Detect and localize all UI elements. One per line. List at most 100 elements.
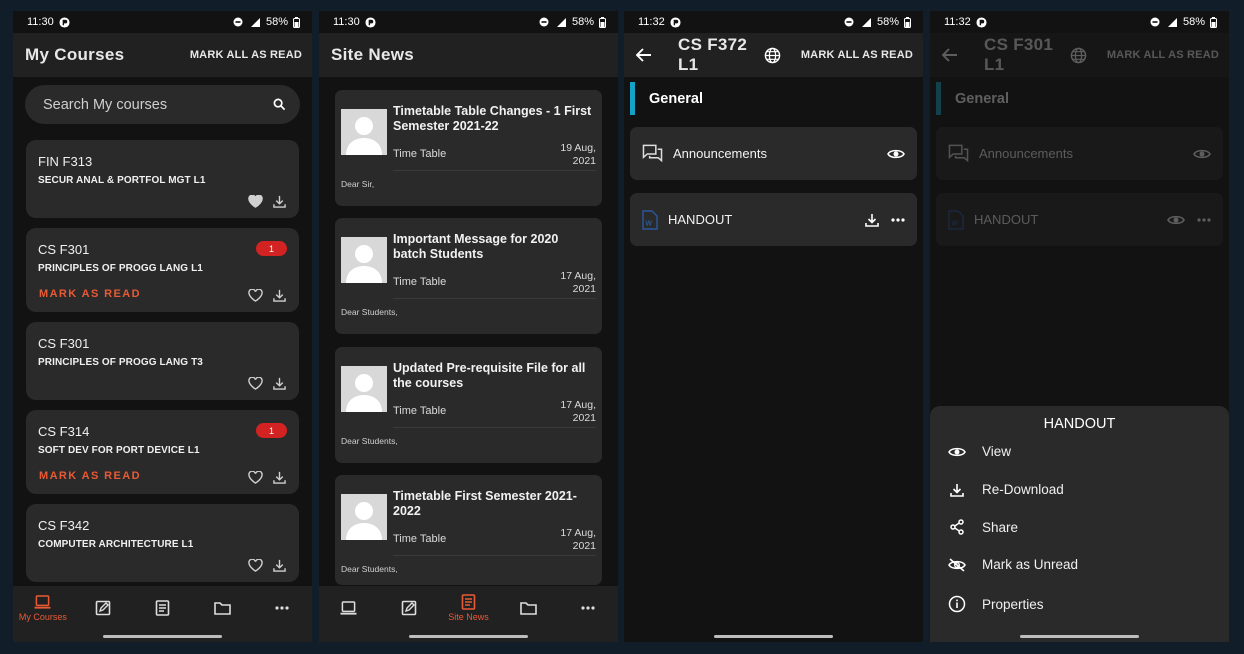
nav-my-courses[interactable]: My Courses [15, 594, 71, 622]
download-icon[interactable] [273, 471, 286, 484]
home-gesture-bar[interactable] [103, 635, 222, 638]
mark-all-read-button[interactable]: MARK ALL AS READ [1107, 49, 1219, 61]
page-title: Site News [331, 45, 415, 64]
back-button[interactable] [942, 48, 958, 62]
sheet-option-redownload[interactable]: Re-Download [948, 482, 1064, 497]
nav-more[interactable] [254, 606, 310, 610]
heart-icon[interactable] [248, 195, 263, 208]
nav-files[interactable] [500, 601, 556, 615]
open-in-browser-button[interactable] [764, 47, 781, 64]
mark-all-read-button[interactable]: MARK ALL AS READ [801, 49, 913, 61]
mark-all-read-button[interactable]: MARK ALL AS READ [190, 49, 302, 61]
heart-icon[interactable] [248, 377, 263, 390]
download-icon[interactable] [865, 213, 879, 227]
course-card[interactable]: CS F301 PRINCIPLES OF PROGG LANG T3 [26, 322, 299, 400]
laptop-icon [340, 600, 357, 615]
course-card[interactable]: FIN F313 SECUR ANAL & PORTFOL MGT L1 [26, 140, 299, 218]
eye-icon[interactable] [887, 148, 905, 160]
arrow-left-icon [942, 48, 957, 62]
person-placeholder-icon [346, 117, 382, 155]
module-handout[interactable]: W HANDOUT [936, 193, 1223, 246]
news-date: 19 Aug, 2021 [560, 142, 596, 167]
nav-my-courses[interactable] [321, 600, 377, 616]
battery-icon [293, 16, 300, 28]
download-icon[interactable] [273, 377, 286, 390]
mark-as-read-button[interactable]: MARK AS READ [39, 470, 141, 482]
folder-icon [519, 602, 537, 615]
heart-icon[interactable] [248, 471, 263, 484]
eye-off-icon [948, 557, 966, 572]
dnd-icon [539, 17, 549, 27]
signal-icon [861, 17, 871, 27]
share-icon [950, 519, 964, 535]
search-bar[interactable]: Search My courses [25, 85, 300, 124]
news-card[interactable]: Updated Pre-requisite File for all the c… [335, 347, 602, 463]
module-handout[interactable]: W HANDOUT [630, 193, 917, 246]
back-button[interactable] [636, 48, 652, 62]
news-card[interactable]: Timetable Table Changes - 1 First Semest… [335, 90, 602, 206]
course-card[interactable]: CS F342 COMPUTER ARCHITECTURE L1 [26, 504, 299, 582]
open-in-browser-button[interactable] [1070, 47, 1087, 64]
mark-as-read-button[interactable]: MARK AS READ [39, 288, 141, 300]
sheet-option-view[interactable]: View [948, 444, 1011, 459]
more-horizontal-icon[interactable] [1197, 217, 1211, 222]
home-gesture-bar[interactable] [714, 635, 833, 638]
news-date: 17 Aug, 2021 [560, 399, 596, 424]
status-bar: 11:32 58% [624, 11, 923, 33]
course-code: CS F301 [38, 242, 90, 257]
sheet-option-properties[interactable]: Properties [948, 595, 1044, 613]
home-gesture-bar[interactable] [1020, 635, 1139, 638]
section-header: General [936, 82, 1009, 115]
nav-assignments[interactable] [381, 600, 437, 616]
sheet-option-share[interactable]: Share [948, 519, 1018, 535]
course-name: COMPUTER ARCHITECTURE L1 [38, 539, 194, 550]
nav-site-news[interactable]: Site News [440, 594, 496, 622]
status-time: 11:30 [27, 16, 54, 28]
arrow-left-icon [636, 48, 651, 62]
forum-icon [948, 144, 969, 163]
eye-icon[interactable] [1167, 214, 1185, 226]
assignment-icon [401, 600, 416, 616]
avatar [341, 494, 387, 540]
course-card[interactable]: CS F314 SOFT DEV FOR PORT DEVICE L1 1 MARK … [26, 410, 299, 494]
course-name: SOFT DEV FOR PORT DEVICE L1 [38, 445, 200, 456]
nav-more[interactable] [560, 606, 616, 610]
news-snippet: Dear Sir, [341, 179, 375, 189]
app-notification-icon [670, 16, 681, 28]
more-horizontal-icon[interactable] [891, 217, 905, 222]
sheet-option-label: View [982, 444, 1012, 459]
status-bar: 11:30 58% [319, 11, 618, 33]
battery-icon [1210, 16, 1217, 28]
course-card[interactable]: CS F301 PRINCIPLES OF PROGG LANG L1 1 MARK … [26, 228, 299, 312]
download-icon[interactable] [273, 559, 286, 572]
dimmed-background[interactable]: CS F301 L1 MARK ALL AS READ General Anno… [930, 33, 1229, 246]
search-input[interactable]: Search My courses [43, 97, 167, 113]
news-icon [461, 594, 476, 610]
news-icon [155, 600, 170, 616]
globe-icon [1070, 47, 1087, 63]
heart-icon[interactable] [248, 559, 263, 572]
course-actions [248, 377, 286, 390]
signal-icon [250, 17, 260, 27]
unread-badge: 1 [256, 241, 287, 256]
sheet-option-mark-unread[interactable]: Mark as Unread [948, 557, 1078, 572]
download-icon[interactable] [273, 195, 286, 208]
news-card[interactable]: Important Message for 2020 batch Student… [335, 218, 602, 334]
search-icon[interactable] [273, 98, 286, 111]
status-time: 11:30 [333, 16, 360, 28]
home-gesture-bar[interactable] [409, 635, 528, 638]
nav-assignments[interactable] [75, 600, 131, 616]
nav-site-news[interactable] [134, 600, 190, 616]
nav-files[interactable] [194, 601, 250, 615]
app-bar: CS F301 L1 MARK ALL AS READ [930, 33, 1229, 77]
dnd-icon [1150, 17, 1160, 27]
module-announcements[interactable]: Announcements [630, 127, 917, 180]
download-icon[interactable] [273, 289, 286, 302]
news-card[interactable]: Timetable First Semester 2021-2022 Time T… [335, 475, 602, 585]
info-icon [948, 595, 966, 613]
heart-icon[interactable] [248, 289, 263, 302]
module-name: Announcements [673, 146, 767, 161]
bottom-sheet: HANDOUT View Re-Download Share Mark as U… [930, 406, 1229, 642]
eye-icon[interactable] [1193, 148, 1211, 160]
module-announcements[interactable]: Announcements [936, 127, 1223, 180]
